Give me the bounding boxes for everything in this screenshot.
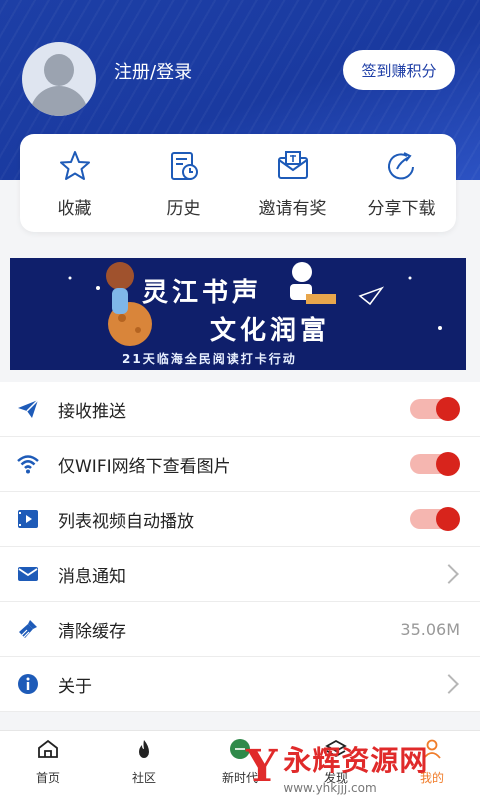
settings-row-about[interactable]: 关于	[0, 657, 480, 712]
settings-list: 接收推送 仅WIFI网络下查看图片 列表视频自动播放 消息通知 清除缓存 35.…	[0, 382, 480, 712]
info-icon	[16, 672, 40, 696]
banner-title-line2: 文化润富	[210, 316, 331, 346]
video-icon	[16, 507, 40, 531]
promo-banner[interactable]: 灵江书声 文化润富 21天临海全民阅读打卡行动	[10, 258, 466, 370]
quick-item-label: 历史	[166, 199, 201, 219]
settings-row-autoplay: 列表视频自动播放	[0, 492, 480, 547]
settings-label: 接收推送	[58, 401, 126, 422]
quick-item-history[interactable]: 历史	[129, 134, 238, 232]
avatar-body-shape	[30, 86, 88, 116]
autoplay-toggle[interactable]	[410, 507, 460, 531]
settings-row-clear-cache[interactable]: 清除缓存 35.06M	[0, 602, 480, 657]
watermark-logo-icon: Y	[246, 741, 278, 792]
login-link[interactable]: 注册/登录	[114, 58, 192, 84]
checkin-button[interactable]: 签到赚积分	[343, 50, 455, 90]
community-icon	[132, 737, 156, 761]
quick-item-invite[interactable]: 邀请有奖	[238, 134, 347, 232]
watermark-url: www.yhkjjj.com	[283, 781, 377, 795]
mail-icon	[16, 562, 40, 586]
toggle-knob	[436, 452, 460, 476]
send-icon	[16, 397, 40, 421]
chevron-right-icon	[439, 674, 459, 694]
quick-item-label: 分享下载	[367, 199, 436, 219]
settings-label: 关于	[58, 676, 92, 697]
settings-label: 列表视频自动播放	[58, 511, 194, 532]
wifi-images-toggle[interactable]	[410, 452, 460, 476]
chevron-right-icon	[439, 564, 459, 584]
cache-size-value: 35.06M	[400, 619, 460, 639]
banner-subtitle: 21天临海全民阅读打卡行动	[122, 352, 297, 366]
settings-row-wifi-images: 仅WIFI网络下查看图片	[0, 437, 480, 492]
tab-label: 社区	[131, 771, 156, 785]
home-icon	[36, 737, 60, 761]
wifi-icon	[16, 452, 40, 476]
tab-community[interactable]: 社区	[96, 731, 192, 801]
settings-label: 消息通知	[58, 566, 126, 587]
settings-label: 清除缓存	[58, 621, 126, 642]
toggle-knob	[436, 397, 460, 421]
settings-row-push: 接收推送	[0, 382, 480, 437]
invite-envelope-icon	[275, 148, 311, 184]
broom-icon	[16, 617, 40, 641]
history-icon	[166, 148, 202, 184]
star-icon	[57, 148, 93, 184]
banner-title-line1: 灵江书声	[142, 278, 263, 308]
watermark: Y 永辉资源网 www.yhkjjj.com	[246, 739, 456, 795]
watermark-name: 永辉资源网	[283, 744, 429, 777]
share-icon	[384, 148, 420, 184]
watermark-text: 永辉资源网 www.yhkjjj.com	[283, 739, 428, 795]
settings-row-notifications[interactable]: 消息通知	[0, 547, 480, 602]
quick-item-label: 邀请有奖	[258, 199, 327, 219]
quick-item-favorites[interactable]: 收藏	[20, 134, 129, 232]
toggle-knob	[436, 507, 460, 531]
tab-home[interactable]: 首页	[0, 731, 96, 801]
settings-label: 仅WIFI网络下查看图片	[58, 456, 231, 477]
quick-item-share[interactable]: 分享下载	[347, 134, 456, 232]
quick-item-label: 收藏	[57, 199, 92, 219]
tab-label: 首页	[35, 771, 60, 785]
push-toggle[interactable]	[410, 397, 460, 421]
quick-actions-card: 收藏 历史 邀请有奖 分享下载	[20, 134, 456, 232]
avatar[interactable]	[22, 42, 96, 116]
avatar-head-shape	[44, 54, 74, 86]
